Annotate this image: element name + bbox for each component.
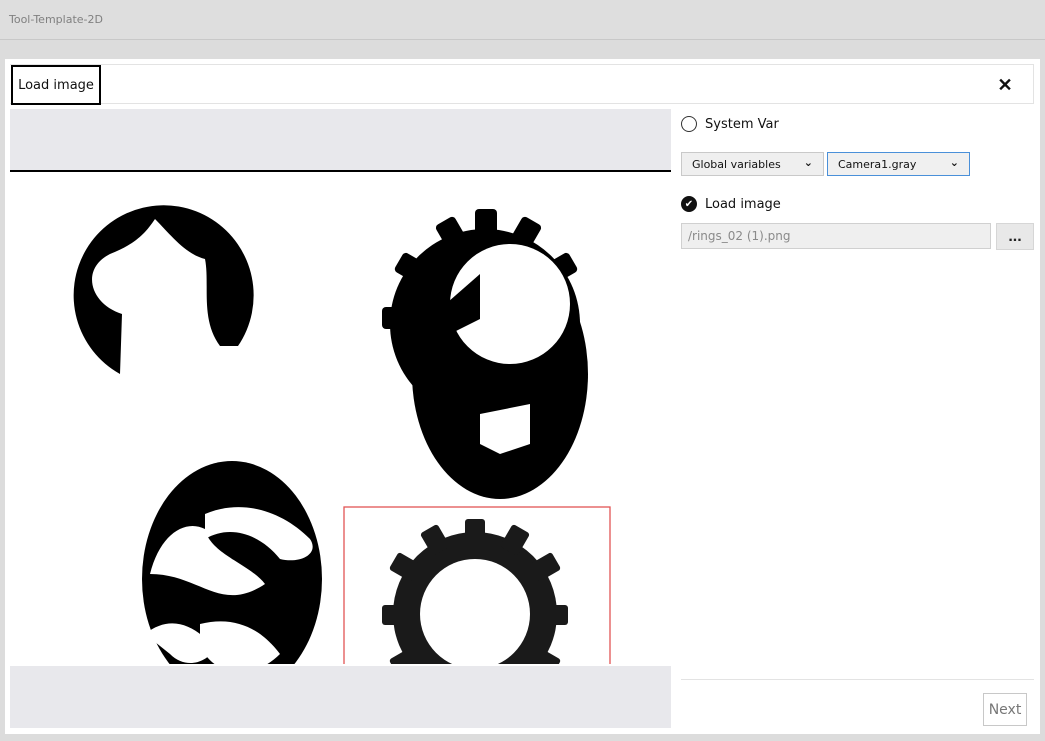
chevron-down-icon: ⌄ [949, 156, 959, 169]
window-title: Tool-Template-2D [9, 13, 103, 26]
window-titlebar: Tool-Template-2D [0, 0, 1045, 40]
tab-load-image[interactable]: Load image [11, 65, 101, 105]
load-image-label: Load image [705, 196, 781, 212]
variable-scope-value: Global variables [692, 157, 781, 171]
s-ring-shape [142, 461, 322, 697]
variable-scope-select[interactable]: Global variables ⌄ [681, 152, 824, 176]
system-var-label: System Var [705, 116, 779, 132]
variable-name-select[interactable]: Camera1.gray ⌄ [827, 152, 970, 176]
load-image-dialog: Load image ✕ System Var Global variables… [5, 59, 1040, 734]
progress-indicator [10, 170, 272, 172]
image-canvas[interactable] [10, 174, 671, 720]
next-button[interactable]: Next [983, 693, 1027, 726]
system-var-option[interactable]: System Var [681, 116, 779, 132]
selected-gear-shape [382, 519, 568, 710]
tab-bar [10, 64, 1034, 104]
variable-name-value: Camera1.gray [838, 157, 917, 171]
footer-divider [681, 679, 1034, 680]
image-top-panel [10, 109, 671, 172]
chevron-down-icon: ⌄ [803, 156, 813, 169]
rings-image [73, 205, 611, 720]
load-image-option[interactable]: ✔ Load image [681, 196, 781, 212]
file-path-field[interactable]: /rings_02 (1).png [681, 223, 991, 249]
image-bottom-panel [10, 666, 671, 728]
open-ring-shape [73, 205, 254, 374]
overlapping-gear-shape [382, 209, 588, 499]
browse-button[interactable]: ... [996, 223, 1034, 250]
check-icon[interactable]: ✔ [681, 196, 697, 212]
close-icon[interactable]: ✕ [995, 75, 1015, 95]
system-var-radio[interactable] [681, 116, 697, 132]
